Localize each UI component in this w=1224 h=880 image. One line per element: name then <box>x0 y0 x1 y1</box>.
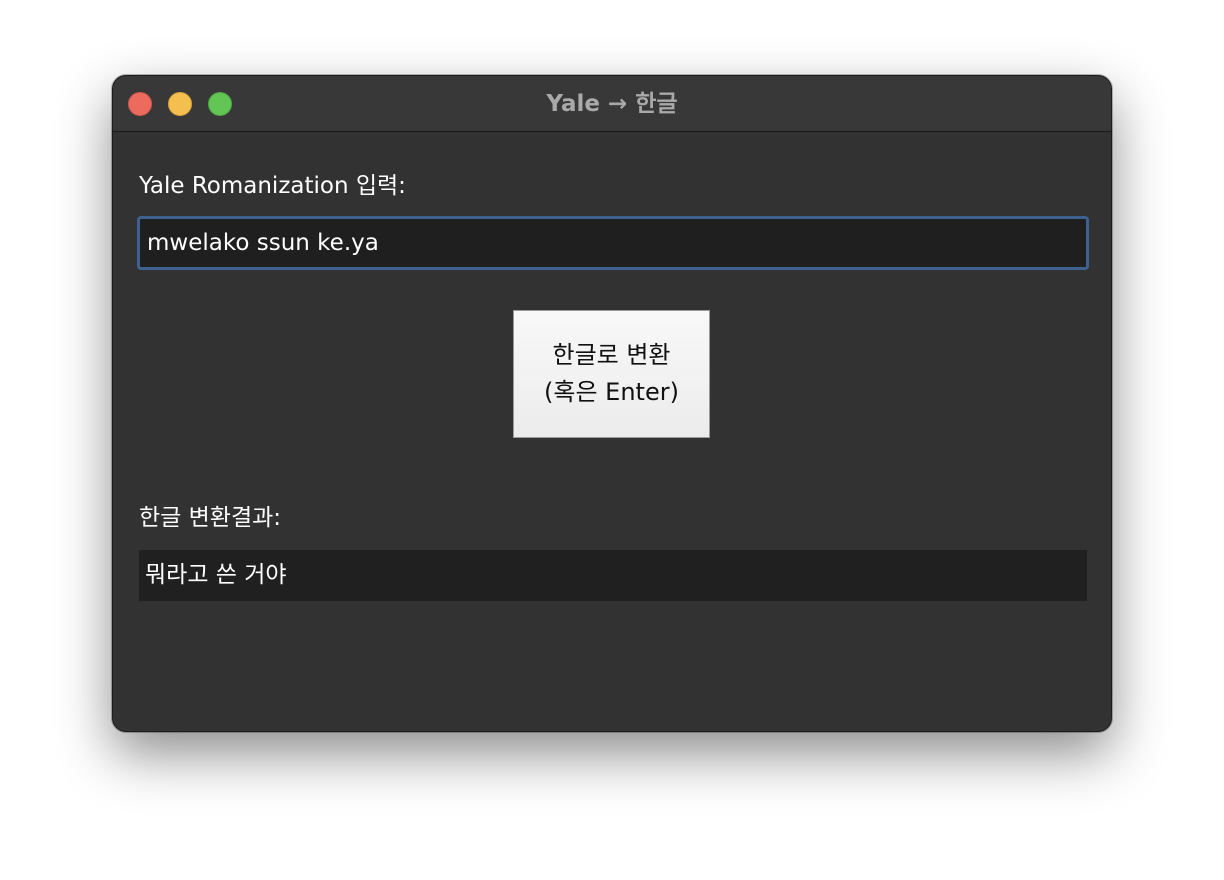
convert-button-label-line2: (혹은 Enter) <box>544 378 679 406</box>
main-content: Yale Romanization 입력: 한글로 변환 (혹은 Enter) … <box>113 132 1111 731</box>
result-label: 한글 변환결과: <box>139 505 282 531</box>
input-label: Yale Romanization 입력: <box>139 173 406 199</box>
app-window: Yale → 한글 Yale Romanization 입력: 한글로 변환 (… <box>112 75 1112 732</box>
yale-input-field[interactable] <box>137 216 1089 270</box>
window-title: Yale → 한글 <box>546 91 678 117</box>
convert-button[interactable]: 한글로 변환 (혹은 Enter) <box>513 310 710 438</box>
title-bar[interactable]: Yale → 한글 <box>113 76 1111 132</box>
convert-button-label-line1: 한글로 변환 <box>552 341 671 369</box>
result-output-field[interactable]: 뭐라고 쓴 거야 <box>139 550 1087 601</box>
